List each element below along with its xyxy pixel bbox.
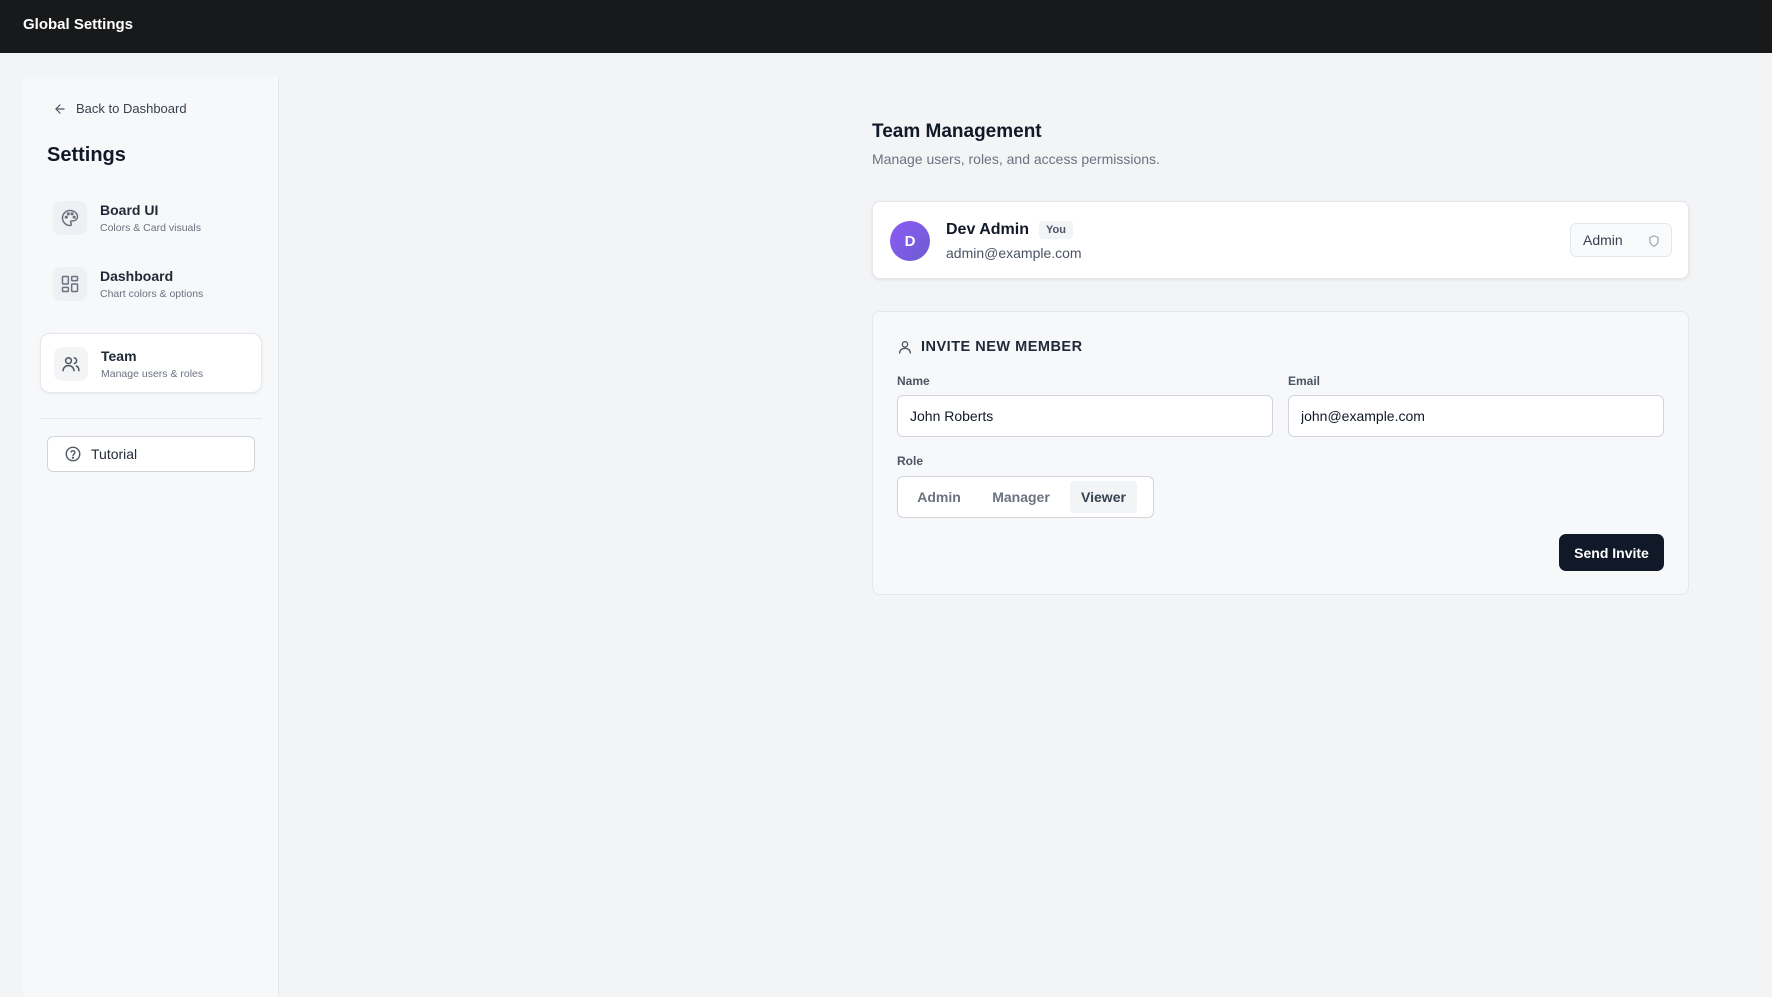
sidebar-item-sublabel: Chart colors & options [100, 288, 204, 300]
member-name: Dev Admin [946, 221, 1029, 238]
shield-icon [1649, 235, 1659, 247]
invite-heading: INVITE NEW MEMBER [921, 339, 1083, 355]
sidebar-item-sublabel: Colors & Card visuals [100, 222, 201, 234]
tutorial-button[interactable]: Tutorial [47, 436, 255, 472]
you-badge: You [1038, 221, 1073, 239]
tutorial-label: Tutorial [91, 446, 138, 462]
users-icon [54, 347, 88, 381]
back-to-dashboard-link[interactable]: Back to Dashboard [53, 101, 187, 116]
role-label: Role [897, 454, 924, 468]
sidebar-item-sublabel: Manage users & roles [101, 368, 204, 380]
sidebar-item-label: Board UI [100, 202, 159, 218]
user-icon [899, 341, 911, 354]
sidebar-item-team[interactable]: Team Manage users & roles [40, 333, 262, 393]
email-input[interactable] [1288, 395, 1664, 437]
palette-icon [53, 201, 87, 235]
send-invite-button[interactable]: Send Invite [1559, 534, 1664, 571]
role-segmented-control: Admin Manager Viewer [897, 476, 1154, 518]
dashboard-grid-icon [53, 267, 87, 301]
help-circle-icon [65, 446, 81, 462]
page-title: Team Management [872, 121, 1042, 142]
name-label: Name [897, 374, 930, 388]
role-option-admin[interactable]: Admin [902, 481, 976, 513]
arrow-left-icon [55, 103, 65, 114]
member-role-value: Admin [1583, 232, 1623, 248]
page-subtitle: Manage users, roles, and access permissi… [872, 151, 1160, 167]
settings-heading: Settings [47, 144, 126, 166]
top-bar: Global Settings [0, 0, 1772, 53]
app-title: Global Settings [23, 16, 134, 33]
name-input[interactable] [897, 395, 1273, 437]
member-role-select[interactable]: Admin [1570, 223, 1672, 257]
invite-heading-row: INVITE NEW MEMBER [897, 339, 1083, 355]
sidebar-item-label: Team [101, 348, 137, 364]
back-label: Back to Dashboard [76, 101, 187, 116]
avatar: D [890, 221, 930, 261]
invite-card: INVITE NEW MEMBER Name Email Role Admin … [872, 311, 1689, 595]
member-card: D Dev Admin You admin@example.com Admin [872, 201, 1689, 279]
sidebar-item-board-ui[interactable]: Board UI Colors & Card visuals [40, 188, 262, 248]
email-label: Email [1288, 374, 1321, 388]
sidebar: Back to Dashboard Settings Board UI Colo… [23, 77, 279, 997]
member-name-row: Dev Admin You [946, 221, 1073, 239]
role-option-manager[interactable]: Manager [976, 481, 1066, 513]
sidebar-item-dashboard[interactable]: Dashboard Chart colors & options [40, 254, 262, 314]
role-option-viewer[interactable]: Viewer [1070, 481, 1137, 513]
sidebar-item-label: Dashboard [100, 268, 174, 284]
member-email: admin@example.com [946, 245, 1082, 261]
sidebar-divider [40, 418, 262, 419]
